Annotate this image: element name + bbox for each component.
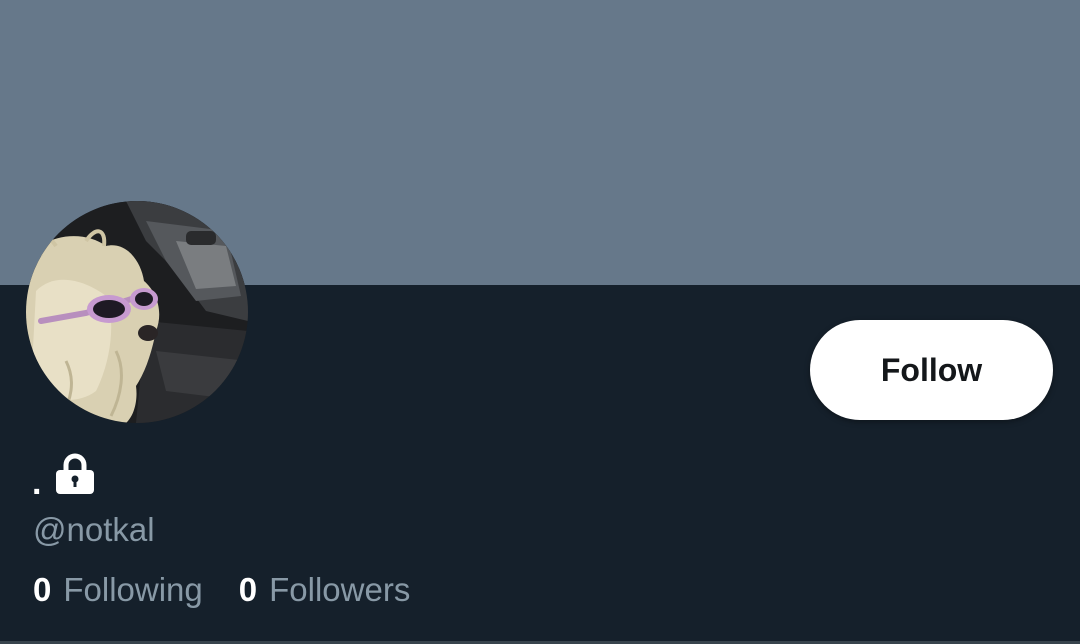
profile-name-row: . — [32, 453, 97, 503]
following-count: 0 — [33, 571, 52, 608]
following-stat[interactable]: 0 Following — [33, 570, 203, 610]
profile-avatar[interactable] — [26, 201, 248, 423]
following-label: Following — [63, 571, 203, 608]
profile-handle: @notkal — [33, 511, 155, 548]
lock-icon — [53, 451, 97, 500]
followers-count: 0 — [238, 571, 258, 608]
followers-stat[interactable]: 0 Followers — [239, 570, 411, 610]
profile-display-name: . — [32, 464, 42, 502]
followers-label: Followers — [269, 571, 411, 608]
profile-stats: 0 Following 0 Followers — [33, 570, 410, 610]
follow-button[interactable]: Follow — [810, 320, 1053, 420]
avatar-dog-sunglasses-icon — [26, 201, 248, 423]
